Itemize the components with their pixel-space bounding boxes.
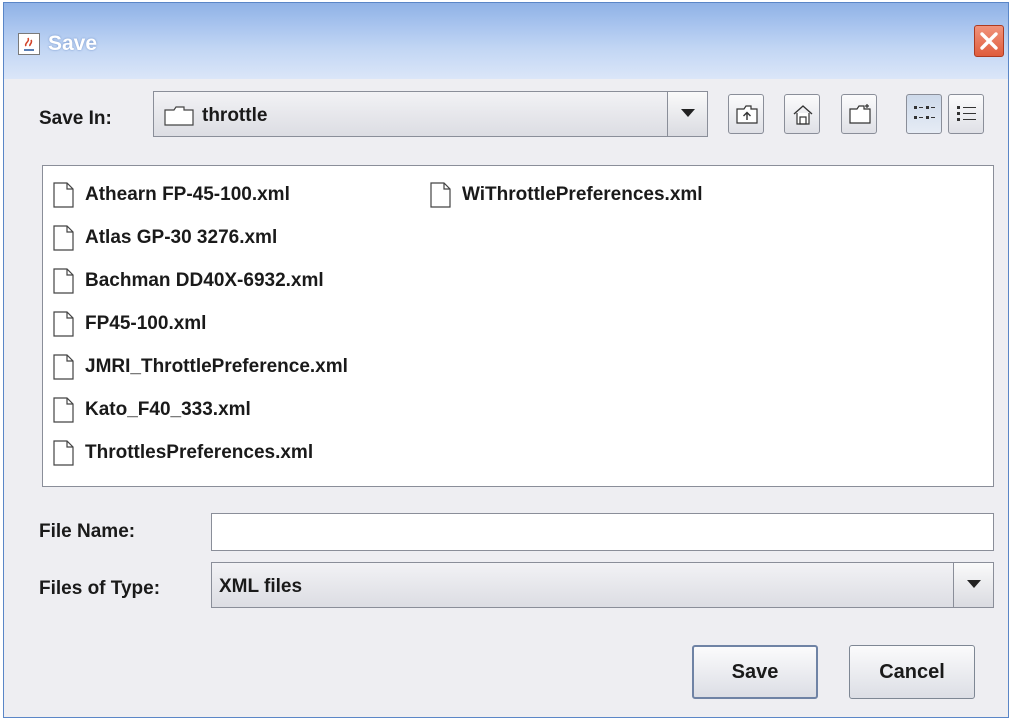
details-view-button[interactable] <box>948 94 984 134</box>
close-button[interactable] <box>974 25 1004 57</box>
folder-icon <box>164 106 194 126</box>
file-name: WiThrottlePreferences.xml <box>462 184 703 205</box>
file-name: JMRI_ThrottlePreference.xml <box>85 356 348 377</box>
files-of-type-combo[interactable]: XML files <box>211 562 994 608</box>
list-view-icon <box>914 106 935 119</box>
files-of-type-value: XML files <box>219 576 303 597</box>
file-name: ThrottlesPreferences.xml <box>85 442 314 463</box>
save-in-label: Save In: <box>39 108 112 129</box>
current-folder-name: throttle <box>202 105 268 126</box>
home-icon <box>793 105 813 125</box>
save-button[interactable]: Save <box>692 645 818 699</box>
save-in-combo[interactable]: throttle <box>153 91 708 137</box>
file-icon <box>53 225 74 251</box>
java-icon <box>18 33 40 55</box>
file-icon <box>53 311 74 337</box>
file-icon <box>53 397 74 423</box>
window-title: Save <box>48 32 98 55</box>
file-icon <box>430 182 451 208</box>
list-view-button[interactable] <box>906 94 942 134</box>
close-icon <box>980 32 998 50</box>
new-folder-button[interactable] <box>841 94 877 134</box>
title-bar[interactable]: Save <box>4 3 1008 79</box>
file-name-label: File Name: <box>39 521 136 542</box>
file-name: Kato_F40_333.xml <box>85 399 251 420</box>
file-name: Athearn FP-45-100.xml <box>85 184 290 205</box>
cancel-button[interactable]: Cancel <box>849 645 975 699</box>
files-of-type-label: Files of Type: <box>39 578 161 599</box>
file-name: FP45-100.xml <box>85 313 207 334</box>
file-name: Atlas GP-30 3276.xml <box>85 227 278 248</box>
up-folder-icon <box>736 105 758 124</box>
file-list[interactable]: Athearn FP-45-100.xml Atlas GP-30 3276.x… <box>42 165 994 487</box>
home-button[interactable] <box>784 94 820 134</box>
save-dialog: Save Save In: throttle Athearn FP-45-100… <box>3 2 1009 718</box>
new-folder-icon <box>849 104 871 124</box>
files-of-type-dropdown-arrow[interactable] <box>953 563 993 607</box>
file-icon <box>53 440 74 466</box>
up-one-level-button[interactable] <box>728 94 764 134</box>
file-icon <box>53 182 74 208</box>
file-name-input[interactable] <box>211 513 994 551</box>
details-view-icon <box>957 106 976 121</box>
file-icon <box>53 268 74 294</box>
save-in-dropdown-arrow[interactable] <box>667 92 707 136</box>
file-name: Bachman DD40X-6932.xml <box>85 270 324 291</box>
file-icon <box>53 354 74 380</box>
